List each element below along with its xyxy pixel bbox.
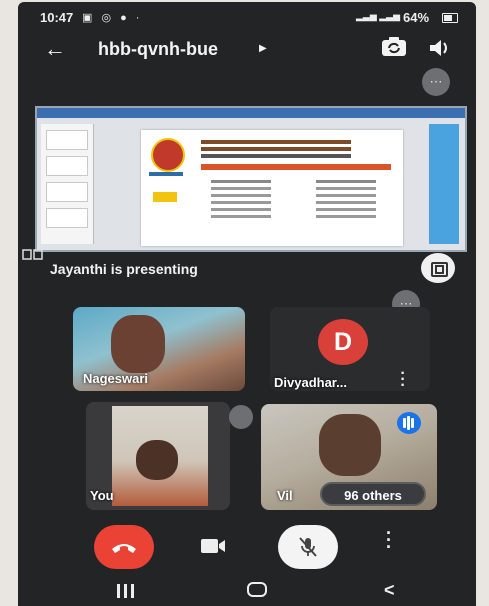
fullscreen-icon[interactable] <box>421 253 455 283</box>
participant-face <box>136 440 178 480</box>
document-logo <box>151 138 185 172</box>
meeting-top-bar: ← hbb-qvnh-bue ▶ <box>18 34 476 66</box>
participant-video <box>112 406 208 506</box>
participant-name: Vil <box>277 488 293 503</box>
participant-name: Nageswari <box>83 371 149 386</box>
recent-apps-icon[interactable] <box>116 584 136 598</box>
meeting-code[interactable]: hbb-qvnh-bue <box>98 39 218 60</box>
back-icon[interactable]: < <box>384 580 395 601</box>
more-vert-icon[interactable]: · · · <box>382 524 396 556</box>
status-bar: 10:47 ▣ ◎ ● · ▂▃▅ ▂▃▅ 64% <box>18 2 476 30</box>
mic-off-icon <box>299 537 317 557</box>
document-column-right <box>316 180 376 183</box>
notification-icons: ▣ ◎ ● · <box>82 12 143 24</box>
system-nav-bar: < <box>18 574 476 606</box>
presentation-side-panel <box>429 124 459 244</box>
more-vert-icon[interactable]: · · · <box>398 366 408 392</box>
document-banner <box>201 164 391 170</box>
speaking-indicator-icon <box>397 412 421 434</box>
presenting-caption: Jayanthi is presenting <box>50 261 198 277</box>
document-heading <box>201 140 351 144</box>
back-arrow-icon[interactable]: ← <box>44 36 66 62</box>
camera-icon[interactable] <box>198 532 228 560</box>
avatar: D <box>318 319 368 365</box>
chevron-right-icon[interactable]: ▶ <box>259 43 267 54</box>
participant-tile-self[interactable]: You <box>86 402 230 510</box>
document-logo-caption <box>149 172 183 176</box>
speaker-icon[interactable] <box>428 38 452 58</box>
document-badge <box>153 192 177 202</box>
end-call-icon <box>112 544 136 553</box>
call-controls: · · · <box>18 522 476 570</box>
meet-screen: 10:47 ▣ ◎ ● · ▂▃▅ ▂▃▅ 64% ← hbb-qvnh-bue… <box>18 2 476 606</box>
signal-icon: ▂▃▅ ▂▃▅ <box>356 11 401 21</box>
document-column-left <box>211 180 271 183</box>
shared-document <box>141 130 403 246</box>
participant-tile[interactable]: D Divyadhar... · · · <box>270 307 430 391</box>
participant-tile[interactable]: Nageswari <box>73 307 245 391</box>
others-count-badge[interactable]: 96 others <box>320 482 426 506</box>
screen-share-icon <box>22 249 43 260</box>
tile-options-icon[interactable] <box>229 405 253 429</box>
slide-thumbnails <box>41 124 94 244</box>
presentation-toolbar <box>37 108 465 118</box>
battery-level: 64% <box>403 10 430 25</box>
presentation-view[interactable] <box>35 106 467 252</box>
participant-video <box>111 315 165 373</box>
presentation-more-icon[interactable]: ⋯ <box>422 68 450 96</box>
participant-video <box>319 414 381 476</box>
participant-name: Divyadhar... <box>274 375 347 390</box>
end-call-button[interactable] <box>94 525 154 569</box>
mic-button[interactable] <box>278 525 338 569</box>
status-time: 10:47 <box>40 10 74 25</box>
participant-name: You <box>90 488 114 503</box>
switch-camera-icon[interactable] <box>380 36 408 58</box>
battery-icon <box>442 13 458 23</box>
home-icon[interactable] <box>247 582 267 597</box>
